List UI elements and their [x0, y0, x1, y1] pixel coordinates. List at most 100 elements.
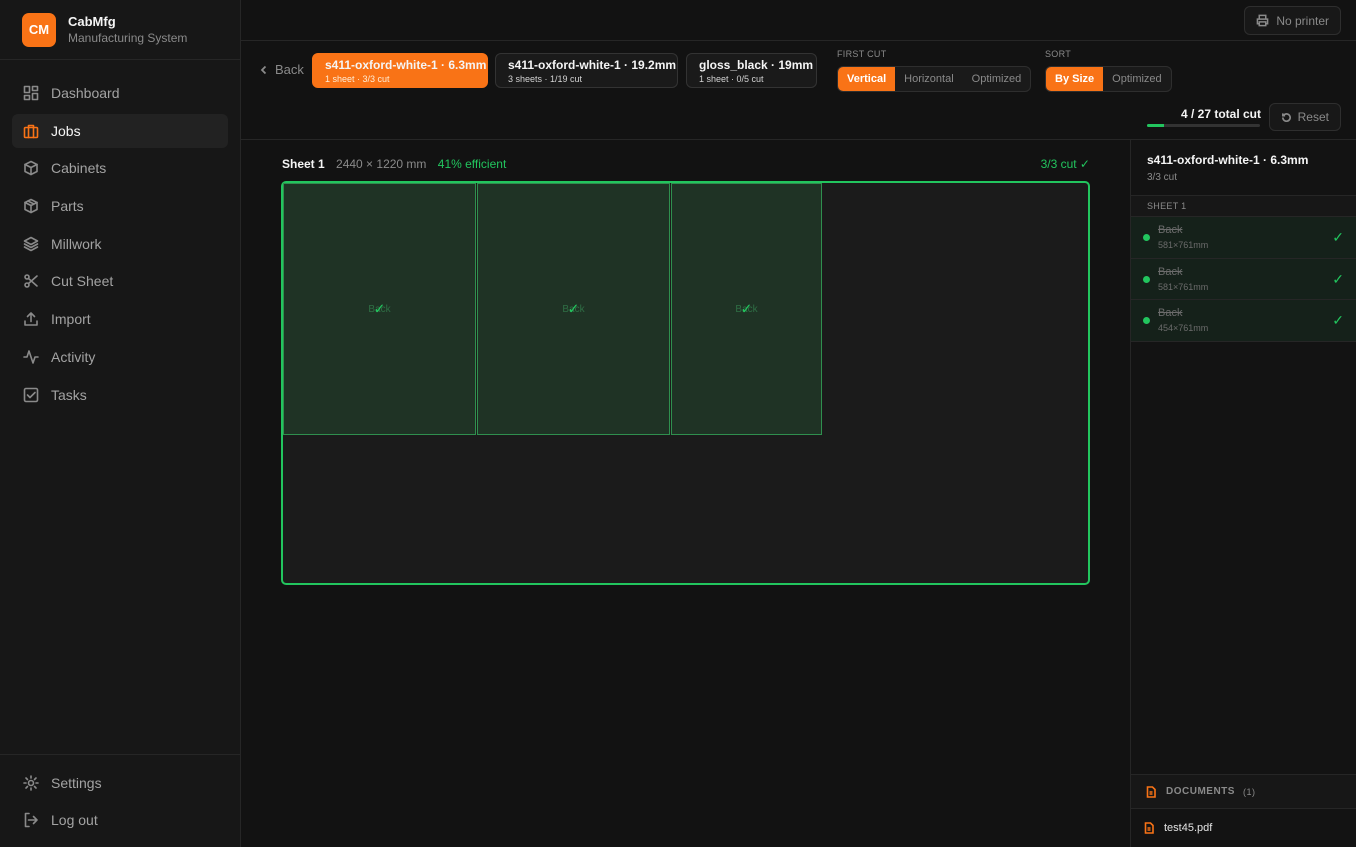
- app-window: CM CabMfg Manufacturing System Dashboard…: [0, 0, 1356, 847]
- sheet-title: Sheet 1: [282, 157, 325, 171]
- package-icon: [24, 198, 38, 214]
- sidebar-item-cut-sheet[interactable]: Cut Sheet: [12, 264, 228, 298]
- cube-icon: [24, 161, 38, 176]
- panel-part-item[interactable]: Back 581×761mm ✓: [1131, 258, 1356, 300]
- sheet-efficiency: 41% efficient: [437, 157, 507, 171]
- check-icon: ✓: [1332, 229, 1344, 245]
- first-cut-horizontal[interactable]: Horizontal: [895, 67, 963, 91]
- sidebar-item-label: Parts: [51, 198, 84, 215]
- sheet-canvas: Back ✓ Back ✓ Back ✓: [281, 181, 1090, 585]
- activity-icon: [23, 350, 39, 364]
- sheet-part[interactable]: Back ✓: [477, 183, 670, 435]
- part-name: Back: [1158, 265, 1183, 278]
- part-size: 581×761mm: [1158, 281, 1209, 292]
- check-icon: ✓: [740, 300, 753, 317]
- sidebar-item-label: Millwork: [51, 235, 102, 252]
- check-icon: ✓: [373, 300, 386, 317]
- sidebar-item-millwork[interactable]: Millwork: [12, 227, 228, 261]
- printer-button[interactable]: No printer: [1244, 6, 1341, 35]
- sidebar-item-activity[interactable]: Activity: [12, 340, 228, 374]
- check-icon: ✓: [1332, 312, 1344, 328]
- panel-title: s411-oxford-white-1 · 6.3mm: [1147, 153, 1309, 167]
- document-icon: [1146, 785, 1156, 798]
- logout-icon: [24, 813, 38, 828]
- material-tab-subtitle: 1 sheet · 3/3 cut: [325, 74, 390, 84]
- sidebar-item-label: Cabinets: [51, 160, 107, 177]
- sheet-header: Sheet 1 2440 × 1220 mm 41% efficient 3/3…: [282, 157, 1090, 171]
- back-button[interactable]: Back: [259, 62, 304, 77]
- material-tab-title: s411-oxford-white-1 · 6.3mm: [325, 58, 487, 72]
- briefcase-icon: [23, 124, 39, 138]
- dashboard-icon: [23, 85, 39, 101]
- sidebar-item-jobs[interactable]: Jobs: [12, 113, 228, 148]
- sidebar-item-label: Import: [51, 311, 91, 328]
- document-filename: test45.pdf: [1164, 822, 1213, 834]
- sidebar-item-label: Activity: [51, 348, 96, 365]
- panel-part-item[interactable]: Back 581×761mm ✓: [1131, 217, 1356, 259]
- chevron-left-icon: [260, 65, 267, 74]
- first-cut-optimized[interactable]: Optimized: [963, 67, 1031, 91]
- brand-name: CabMfg: [68, 13, 116, 29]
- status-dot: [1143, 275, 1150, 283]
- sheet-cut-status: 3/3 cut ✓: [1040, 157, 1090, 171]
- status-dot: [1143, 234, 1150, 241]
- sheet-part[interactable]: Back ✓: [283, 183, 476, 435]
- parts-panel: s411-oxford-white-1 · 6.3mm 3/3 cut SHEE…: [1130, 140, 1356, 847]
- material-tab-subtitle: 3 sheets · 1/19 cut: [508, 74, 583, 84]
- sidebar-item-dashboard[interactable]: Dashboard: [12, 76, 228, 110]
- gear-icon: [23, 774, 39, 791]
- status-dot: [1143, 317, 1150, 324]
- documents-header[interactable]: DOCUMENTS (1): [1131, 774, 1356, 809]
- first-cut-vertical[interactable]: Vertical: [838, 67, 896, 91]
- printer-icon: [1256, 14, 1269, 27]
- sidebar-item-cabinets[interactable]: Cabinets: [12, 151, 228, 185]
- material-tab-gloss-black[interactable]: gloss_black · 19mm 1 sheet · 0/5 cut: [686, 53, 817, 88]
- sheet-part[interactable]: Back ✓: [671, 183, 822, 435]
- documents-count: (1): [1242, 786, 1256, 797]
- check-icon: ✓: [1332, 270, 1344, 287]
- documents-label: DOCUMENTS: [1166, 786, 1235, 797]
- brand-subtitle: Manufacturing System: [68, 30, 188, 45]
- material-tab-title: gloss_black · 19mm: [699, 58, 814, 72]
- part-size: 581×761mm: [1158, 240, 1209, 250]
- sidebar-item-label: Settings: [51, 774, 102, 791]
- panel-subtitle: 3/3 cut: [1147, 172, 1178, 183]
- sort-toggle: By Size Optimized: [1045, 66, 1172, 92]
- sidebar-item-logout[interactable]: Log out: [12, 803, 228, 837]
- material-tab-oxford-19mm[interactable]: s411-oxford-white-1 · 19.2mm 3 sheets · …: [495, 53, 678, 88]
- reset-icon: [1281, 112, 1291, 122]
- total-cut-progress: [1147, 124, 1260, 127]
- part-size: 454×761mm: [1158, 323, 1209, 333]
- main-nav: Dashboard Jobs Cabinets Parts Millwork C…: [0, 60, 240, 412]
- sidebar-item-label: Tasks: [51, 386, 87, 403]
- topbar: No printer: [241, 0, 1356, 41]
- material-tab-title: s411-oxford-white-1 · 19.2mm: [508, 58, 677, 72]
- material-tab-oxford-6mm[interactable]: s411-oxford-white-1 · 6.3mm 1 sheet · 3/…: [312, 53, 488, 88]
- printer-status: No printer: [1276, 13, 1329, 28]
- part-name: Back: [1158, 224, 1183, 236]
- panel-part-item[interactable]: Back 454×761mm ✓: [1131, 300, 1356, 342]
- upload-icon: [24, 312, 38, 326]
- sidebar-item-tasks[interactable]: Tasks: [12, 378, 228, 412]
- pdf-file-icon: [1144, 822, 1154, 834]
- sheet-dimensions: 2440 × 1220 mm: [336, 157, 427, 171]
- brand: CM CabMfg Manufacturing System: [0, 0, 240, 60]
- sort-by-size[interactable]: By Size: [1046, 67, 1104, 91]
- panel-sheet-label: SHEET 1: [1131, 195, 1356, 217]
- documents-section: DOCUMENTS (1) test45.pdf: [1131, 774, 1356, 847]
- sidebar-item-label: Log out: [51, 812, 98, 829]
- sidebar-item-settings[interactable]: Settings: [12, 766, 228, 800]
- sidebar-item-import[interactable]: Import: [12, 302, 228, 336]
- brand-logo: CM: [22, 12, 56, 47]
- scissors-icon: [24, 274, 38, 289]
- sort-optimized[interactable]: Optimized: [1103, 67, 1171, 91]
- first-cut-toggle: Vertical Horizontal Optimized: [837, 66, 1032, 92]
- reset-button[interactable]: Reset: [1268, 103, 1341, 131]
- part-name: Back: [1158, 307, 1183, 319]
- sidebar-item-parts[interactable]: Parts: [12, 189, 228, 223]
- back-label: Back: [275, 62, 304, 77]
- material-tab-subtitle: 1 sheet · 0/5 cut: [699, 74, 764, 84]
- sidebar-item-label: Jobs: [51, 122, 81, 139]
- document-file[interactable]: test45.pdf: [1131, 809, 1356, 847]
- sidebar: CM CabMfg Manufacturing System Dashboard…: [0, 0, 241, 847]
